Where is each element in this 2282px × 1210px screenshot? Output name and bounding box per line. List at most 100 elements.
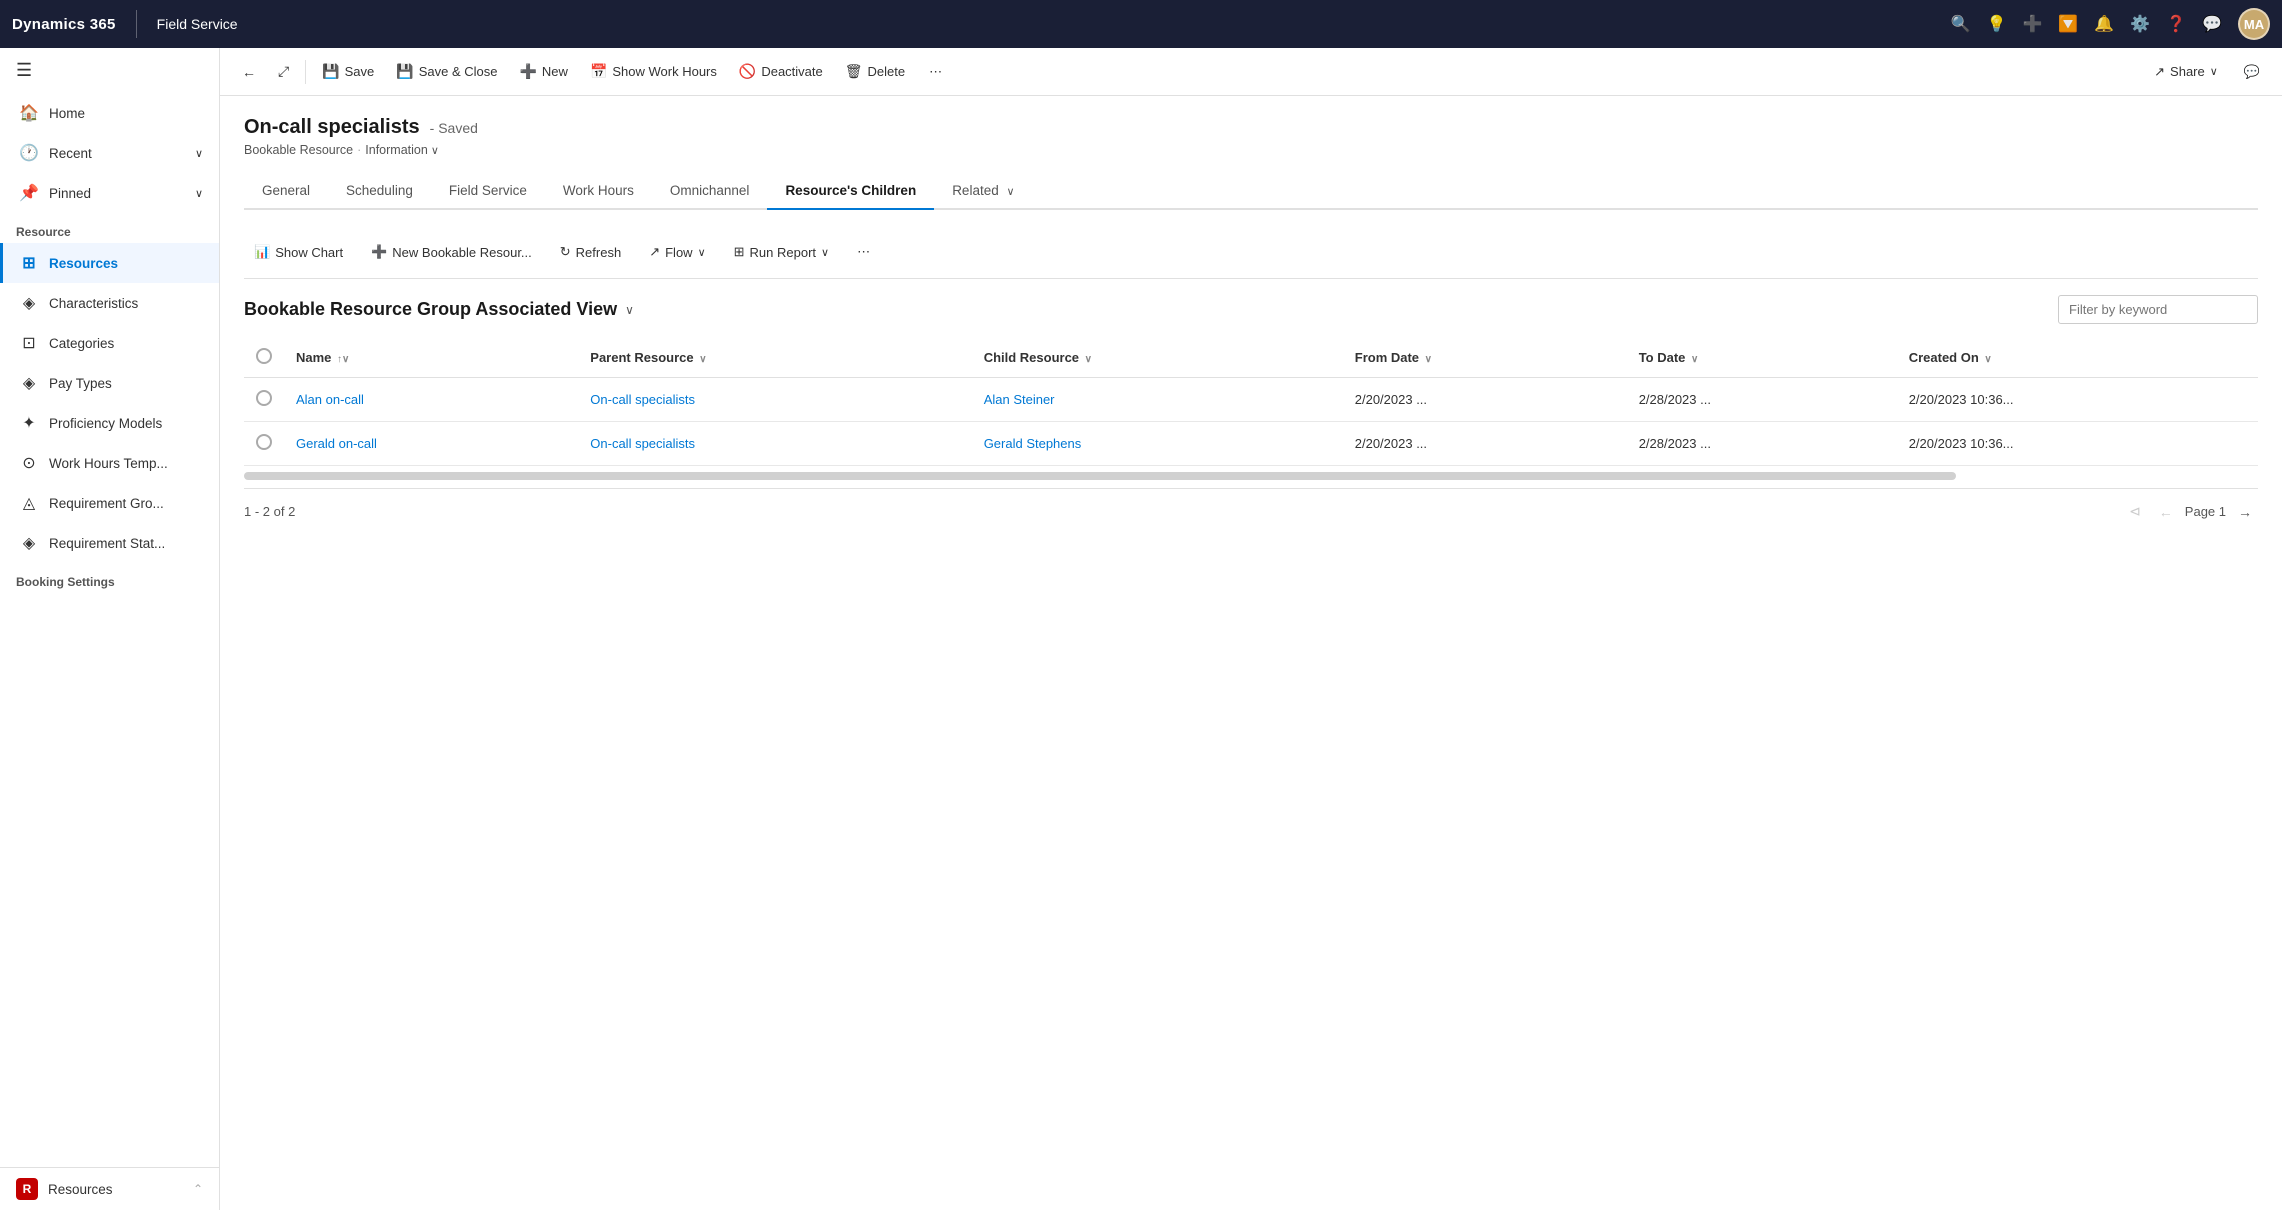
delete-button[interactable]: 🗑 Delete [835, 57, 915, 86]
more-button[interactable]: ⋯ [919, 58, 952, 86]
view-header: Bookable Resource Group Associated View … [244, 295, 2258, 324]
deactivate-label: Deactivate [761, 64, 822, 79]
tab-field-service[interactable]: Field Service [431, 173, 545, 210]
sidebar-item-home[interactable]: 🏠 Home [0, 93, 219, 133]
expand-button[interactable]: ⤢ [268, 57, 299, 86]
col-child-resource[interactable]: Child Resource ∨ [972, 338, 1343, 378]
link-parent-1[interactable]: On-call specialists [590, 436, 695, 451]
col-from-date[interactable]: From Date ∨ [1343, 338, 1627, 378]
chat-toolbar-icon: 💬 [2244, 64, 2260, 80]
first-page-button[interactable]: ⊲ [2123, 501, 2147, 522]
view-dropdown-icon[interactable]: ∨ [625, 303, 634, 317]
chat-icon[interactable]: 💬 [2202, 14, 2222, 34]
tabs: General Scheduling Field Service Work Ho… [244, 173, 2258, 210]
categories-icon: ⊡ [19, 333, 39, 353]
sidebar-bottom-resources[interactable]: R Resources ⌃ [0, 1167, 219, 1210]
col-created-on[interactable]: Created On ∨ [1897, 338, 2258, 378]
flow-button[interactable]: ↗ Flow ∨ [639, 238, 715, 266]
requirement-statuses-icon: ◈ [19, 533, 39, 553]
home-icon: 🏠 [19, 103, 39, 123]
sidebar-item-resources[interactable]: ⊞ Resources [0, 243, 219, 283]
flow-icon: ↗ [649, 244, 660, 260]
save-button[interactable]: 💾 Save [312, 57, 384, 86]
show-work-hours-label: Show Work Hours [612, 64, 717, 79]
link-parent-0[interactable]: On-call specialists [590, 392, 695, 407]
tab-omnichannel[interactable]: Omnichannel [652, 173, 768, 210]
sidebar-item-categories[interactable]: ⊡ Categories [0, 323, 219, 363]
sidebar-bottom-badge: R [16, 1178, 38, 1200]
new-bookable-button[interactable]: ➕ New Bookable Resour... [361, 238, 542, 266]
new-icon: ➕ [519, 63, 536, 80]
plus-icon[interactable]: ➕ [2022, 14, 2042, 34]
resources-icon: ⊞ [19, 253, 39, 273]
sidebar-item-recent[interactable]: 🕐 Recent ∨ [0, 133, 219, 173]
new-button[interactable]: ➕ New [509, 57, 577, 86]
next-page-button[interactable]: → [2232, 502, 2258, 522]
sidebar-item-characteristics[interactable]: ◈ Characteristics [0, 283, 219, 323]
run-report-button[interactable]: ⊞ Run Report ∨ [724, 238, 839, 266]
sidebar-item-work-hours-templates[interactable]: ⊙ Work Hours Temp... [0, 443, 219, 483]
sidebar-characteristics-label: Characteristics [49, 296, 138, 311]
breadcrumb-view-label: Information [365, 143, 428, 157]
hamburger-button[interactable]: ☰ [0, 48, 219, 93]
run-report-label: Run Report [750, 245, 816, 260]
sidebar-proficiency-label: Proficiency Models [49, 416, 162, 431]
link-child-0[interactable]: Alan Steiner [984, 392, 1055, 407]
sidebar-pay-types-label: Pay Types [49, 376, 112, 391]
sidebar-item-proficiency-models[interactable]: ✦ Proficiency Models [0, 403, 219, 443]
save-close-label: Save & Close [419, 64, 498, 79]
search-icon[interactable]: 🔍 [1951, 14, 1971, 34]
sidebar-item-requirement-statuses[interactable]: ◈ Requirement Stat... [0, 523, 219, 563]
link-child-1[interactable]: Gerald Stephens [984, 436, 1082, 451]
pay-types-icon: ◈ [19, 373, 39, 393]
back-button[interactable]: ← [232, 58, 266, 86]
tab-resources-children[interactable]: Resource's Children [767, 173, 934, 210]
sub-more-icon: ⋯ [857, 244, 870, 260]
horizontal-scrollbar[interactable] [244, 472, 1956, 480]
deactivate-button[interactable]: 🚫 Deactivate [729, 57, 833, 86]
sub-more-button[interactable]: ⋯ [847, 238, 880, 266]
sidebar-item-requirement-groups[interactable]: ◬ Requirement Gro... [0, 483, 219, 523]
section-booking-header: Booking Settings [0, 563, 219, 593]
save-close-icon: 💾 [396, 63, 413, 80]
help-icon[interactable]: ❓ [2166, 14, 2186, 34]
page-title: On-call specialists [244, 116, 420, 139]
refresh-label: Refresh [576, 245, 622, 260]
link-name-1[interactable]: Gerald on-call [296, 436, 377, 451]
topbar-divider [136, 10, 137, 38]
refresh-button[interactable]: ↻ Refresh [550, 238, 631, 266]
tab-work-hours[interactable]: Work Hours [545, 173, 652, 210]
breadcrumb-view-dropdown[interactable]: Information ∨ [365, 143, 439, 157]
col-to-date[interactable]: To Date ∨ [1627, 338, 1897, 378]
show-chart-button[interactable]: 📊 Show Chart [244, 238, 353, 266]
show-work-hours-button[interactable]: 📅 Show Work Hours [580, 57, 727, 86]
prev-page-button[interactable]: ← [2153, 502, 2179, 522]
share-button[interactable]: ↗ Share ∨ [2142, 58, 2230, 86]
bell-icon[interactable]: 🔔 [2094, 14, 2114, 34]
filter-icon[interactable]: 🔽 [2058, 14, 2078, 34]
expand-icon: ⤢ [278, 63, 289, 80]
save-close-button[interactable]: 💾 Save & Close [386, 57, 507, 86]
sidebar-item-pinned[interactable]: 📌 Pinned ∨ [0, 173, 219, 213]
tab-general[interactable]: General [244, 173, 328, 210]
avatar[interactable]: MA [2238, 8, 2270, 40]
delete-icon: 🗑 [845, 63, 863, 80]
sidebar-item-pay-types[interactable]: ◈ Pay Types [0, 363, 219, 403]
col-name[interactable]: Name ↑∨ [284, 338, 578, 378]
work-hours-template-icon: ⊙ [19, 453, 39, 473]
header-checkbox[interactable] [256, 348, 272, 364]
link-name-0[interactable]: Alan on-call [296, 392, 364, 407]
cell-created-on-0: 2/20/2023 10:36... [1897, 378, 2258, 422]
settings-icon[interactable]: ⚙️ [2130, 14, 2150, 34]
row-checkbox-1[interactable] [256, 434, 272, 450]
tab-related[interactable]: Related ∨ [934, 173, 1032, 210]
pagination-info: 1 - 2 of 2 [244, 504, 295, 519]
filter-input[interactable] [2058, 295, 2258, 324]
tab-scheduling[interactable]: Scheduling [328, 173, 431, 210]
cell-from-date-1: 2/20/2023 ... [1343, 422, 1627, 466]
deactivate-icon: 🚫 [739, 63, 756, 80]
col-parent-resource[interactable]: Parent Resource ∨ [578, 338, 971, 378]
lightbulb-icon[interactable]: 💡 [1987, 14, 2007, 34]
row-checkbox-0[interactable] [256, 390, 272, 406]
chat-button[interactable]: 💬 [2234, 58, 2270, 86]
